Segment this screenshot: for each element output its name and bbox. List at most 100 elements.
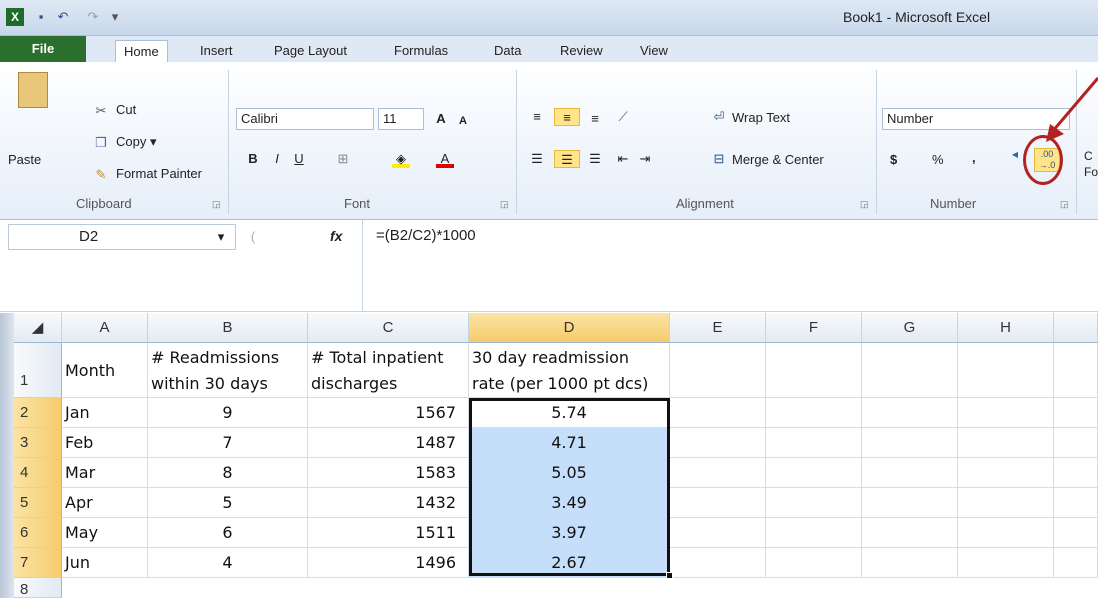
cell-empty[interactable]: [862, 548, 958, 578]
wrap-text-button[interactable]: Wrap Text: [732, 108, 790, 128]
increase-indent-icon[interactable]: ⇥: [636, 150, 654, 168]
cell-c7[interactable]: 1496: [308, 548, 469, 578]
tab-file[interactable]: File: [0, 36, 86, 62]
cell-empty[interactable]: [766, 518, 862, 548]
row-header-8[interactable]: 8: [14, 578, 62, 598]
conditional-formatting-partial[interactable]: C Fo: [1084, 148, 1098, 180]
undo-icon[interactable]: ↶: [54, 8, 72, 26]
tab-view[interactable]: View: [632, 40, 676, 62]
align-bottom-icon[interactable]: ≡: [586, 110, 604, 128]
cell-c4[interactable]: 1583: [308, 458, 469, 488]
percent-button[interactable]: %: [932, 150, 944, 170]
fill-color-icon[interactable]: ◈: [392, 150, 410, 168]
tab-review[interactable]: Review: [552, 40, 611, 62]
cell-d6[interactable]: 3.97: [469, 518, 670, 548]
cell-d3[interactable]: 4.71: [469, 428, 670, 458]
column-header-g[interactable]: G: [862, 313, 958, 343]
cell-a4[interactable]: Mar: [62, 458, 148, 488]
cell-b2[interactable]: 9: [148, 398, 308, 428]
tab-home[interactable]: Home: [115, 40, 168, 62]
align-left-icon[interactable]: ☰: [528, 150, 546, 168]
cell-d4[interactable]: 5.05: [469, 458, 670, 488]
redo-icon[interactable]: ↷: [84, 8, 102, 26]
save-icon[interactable]: ▪: [32, 8, 50, 26]
tab-insert[interactable]: Insert: [192, 40, 241, 62]
customize-qat-icon[interactable]: ▾: [106, 8, 124, 26]
paste-icon[interactable]: [18, 72, 48, 108]
cell-d5[interactable]: 3.49: [469, 488, 670, 518]
clipboard-launcher-icon[interactable]: ◲: [212, 199, 221, 210]
column-header-e[interactable]: E: [670, 313, 766, 343]
cell-empty[interactable]: [766, 398, 862, 428]
align-right-icon[interactable]: ☰: [586, 150, 604, 168]
cell-b5[interactable]: 5: [148, 488, 308, 518]
cell-empty[interactable]: [766, 548, 862, 578]
align-top-icon[interactable]: ≡: [528, 108, 546, 126]
cell-empty[interactable]: [766, 488, 862, 518]
cell-b3[interactable]: 7: [148, 428, 308, 458]
cell-b4[interactable]: 8: [148, 458, 308, 488]
cell-empty[interactable]: [862, 343, 958, 398]
orientation-icon[interactable]: ⟋: [614, 108, 632, 126]
cell-a7[interactable]: Jun: [62, 548, 148, 578]
cell-c1[interactable]: # Total inpatient discharges: [308, 343, 469, 398]
excel-app-icon[interactable]: X: [6, 8, 24, 26]
cell-empty[interactable]: [766, 428, 862, 458]
cell-empty[interactable]: [670, 398, 766, 428]
format-painter-icon[interactable]: ✎: [92, 166, 110, 184]
paste-button[interactable]: Paste: [8, 150, 41, 170]
borders-icon[interactable]: ⊞: [334, 150, 352, 168]
align-middle-icon[interactable]: ≡: [554, 108, 580, 126]
cell-empty[interactable]: [670, 488, 766, 518]
cell-empty[interactable]: [958, 428, 1054, 458]
cell-empty[interactable]: [862, 428, 958, 458]
row-header-6[interactable]: 6: [14, 518, 62, 548]
shrink-font-icon[interactable]: A: [454, 112, 472, 130]
formula-input[interactable]: =(B2/C2)*1000: [376, 227, 476, 244]
cell-d1[interactable]: 30 day readmission rate (per 1000 pt dcs…: [469, 343, 670, 398]
cut-button[interactable]: Cut: [116, 100, 136, 120]
copy-button[interactable]: Copy ▾: [116, 132, 157, 152]
cell-empty[interactable]: [862, 458, 958, 488]
grow-font-icon[interactable]: A: [432, 110, 450, 128]
cell-a1[interactable]: Month: [62, 343, 148, 398]
wrap-text-icon[interactable]: ⏎: [710, 108, 728, 126]
cell-empty[interactable]: [1054, 398, 1098, 428]
cell-empty[interactable]: [1054, 518, 1098, 548]
column-header-a[interactable]: A: [62, 313, 148, 343]
copy-icon[interactable]: ❐: [92, 134, 110, 152]
currency-button[interactable]: $: [890, 150, 897, 170]
cut-icon[interactable]: ✂: [92, 102, 110, 120]
row-header-2[interactable]: 2: [14, 398, 62, 428]
column-header-f[interactable]: F: [766, 313, 862, 343]
font-color-icon[interactable]: A: [436, 150, 454, 168]
format-painter-button[interactable]: Format Painter: [116, 164, 202, 184]
cell-empty[interactable]: [1054, 343, 1098, 398]
cell-empty[interactable]: [670, 518, 766, 548]
cell-c5[interactable]: 1432: [308, 488, 469, 518]
row-header-4[interactable]: 4: [14, 458, 62, 488]
alignment-launcher-icon[interactable]: ◲: [860, 199, 869, 210]
cell-empty[interactable]: [958, 518, 1054, 548]
column-header-c[interactable]: C: [308, 313, 469, 343]
cell-empty[interactable]: [958, 488, 1054, 518]
cell-empty[interactable]: [862, 398, 958, 428]
comma-button[interactable]: ,: [972, 148, 976, 168]
cell-empty[interactable]: [670, 428, 766, 458]
cell-d2[interactable]: 5.74: [469, 398, 670, 428]
select-all-button[interactable]: ◢: [14, 313, 62, 343]
cell-c2[interactable]: 1567: [308, 398, 469, 428]
cell-empty[interactable]: [958, 548, 1054, 578]
insert-function-button[interactable]: fx: [330, 228, 342, 244]
cell-empty[interactable]: [670, 458, 766, 488]
fill-handle[interactable]: [666, 572, 673, 579]
cell-b7[interactable]: 4: [148, 548, 308, 578]
merge-center-button[interactable]: Merge & Center: [732, 150, 824, 170]
spreadsheet-grid[interactable]: ◢ A B C D E F G H 1 Month # Readmissions…: [0, 313, 1098, 598]
tab-data[interactable]: Data: [486, 40, 529, 62]
italic-button[interactable]: I: [268, 150, 286, 168]
tab-formulas[interactable]: Formulas: [386, 40, 456, 62]
cell-empty[interactable]: [1054, 548, 1098, 578]
cell-empty[interactable]: [766, 458, 862, 488]
column-header-d[interactable]: D: [469, 313, 670, 343]
